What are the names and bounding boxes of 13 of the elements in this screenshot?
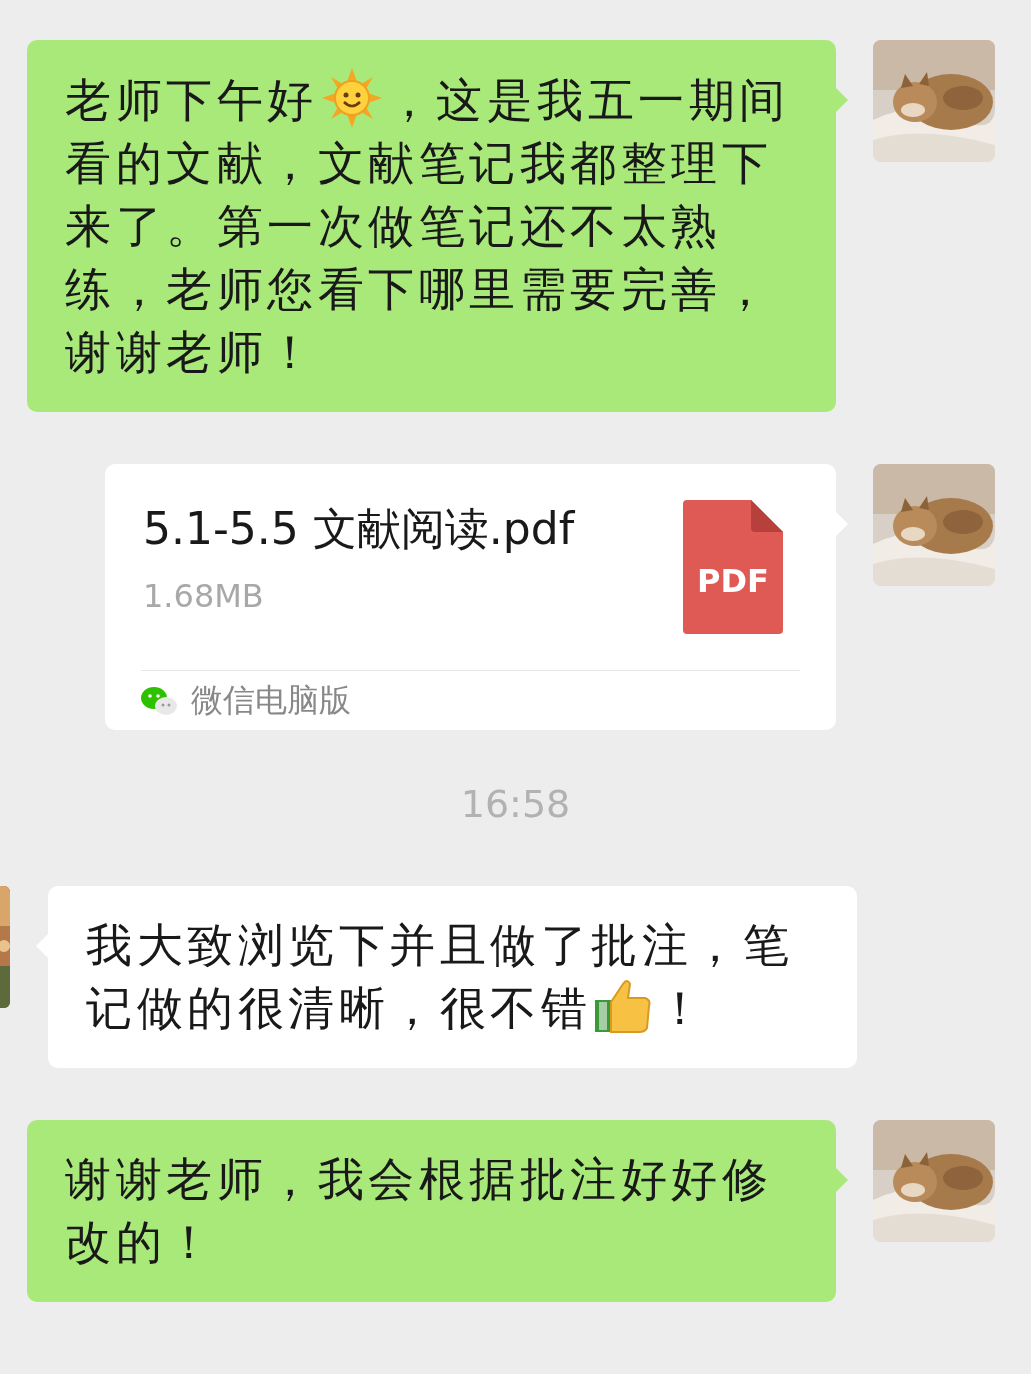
- smiling-sun-icon: [321, 68, 382, 128]
- file-size: 1.68MB: [143, 577, 265, 615]
- chat-bubbles-icon: [141, 685, 177, 716]
- thumbs-up-icon: [595, 978, 653, 1034]
- document-icon: [683, 500, 783, 634]
- file-name: 5.1-5.5 文献阅读.pdf: [143, 502, 575, 556]
- timestamp: 16:58: [460, 782, 571, 826]
- message-text: 我大致浏览下并且做了批注，笔记做的很清晰，很不错 ！: [86, 917, 794, 1037]
- pdf-label: PDF: [696, 562, 770, 600]
- source-label: 微信电脑版: [191, 679, 351, 721]
- file-card[interactable]: 5.1-5.5 文献阅读.pdf 1.68MB PDF 微信电脑版: [105, 464, 836, 730]
- message-text: 谢谢老师，我会根据批注好好修改的！: [65, 1151, 773, 1271]
- message-text: 老师下午好 ，这是我五一期间看的文献，文献笔记我都整理下来了。第一次做笔记还不太熟练，老师您看下哪里需要完善，谢谢老师！: [65, 68, 800, 384]
